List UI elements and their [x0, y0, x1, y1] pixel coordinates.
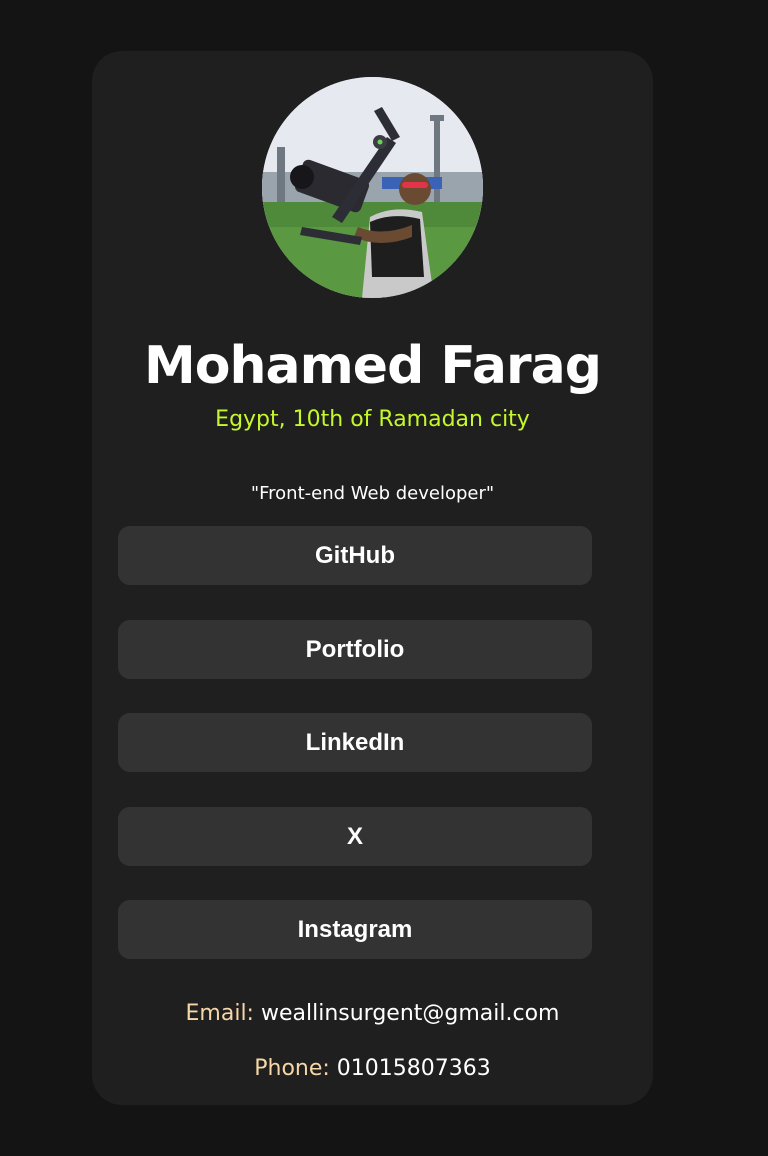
email-label: Email: — [185, 1001, 254, 1026]
email-row: Email: weallinsurgent@gmail.com — [92, 999, 653, 1029]
instagram-link-button[interactable]: Instagram — [118, 900, 592, 959]
profile-card: Mohamed Farag Egypt, 10th of Ramadan cit… — [92, 51, 653, 1105]
phone-row: Phone: 01015807363 — [92, 1054, 653, 1084]
avatar — [262, 77, 483, 298]
github-link-button[interactable]: GitHub — [118, 526, 592, 585]
linkedin-link-button[interactable]: LinkedIn — [118, 713, 592, 772]
x-link-button[interactable]: X — [118, 807, 592, 866]
phone-value[interactable]: 01015807363 — [337, 1056, 491, 1081]
profile-location: Egypt, 10th of Ramadan city — [215, 407, 530, 432]
profile-bio: "Front-end Web developer" — [250, 483, 495, 504]
phone-label: Phone: — [254, 1056, 330, 1081]
email-value[interactable]: weallinsurgent@gmail.com — [261, 1001, 560, 1026]
portfolio-link-button[interactable]: Portfolio — [118, 620, 592, 679]
avatar-photo — [262, 77, 483, 298]
profile-name: Mohamed Farag — [144, 336, 602, 396]
